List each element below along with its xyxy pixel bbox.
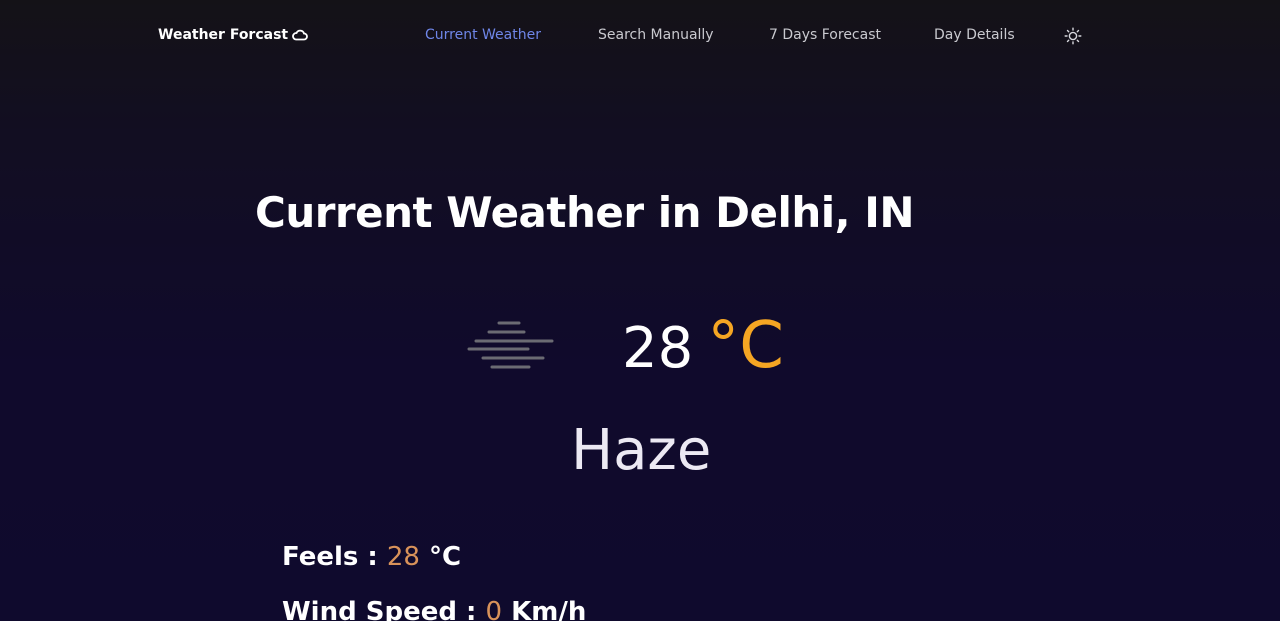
cloud-icon: [292, 29, 308, 41]
feels-label: Feels :: [282, 542, 378, 572]
nav-link-day-details[interactable]: Day Details: [934, 27, 1015, 43]
feels-unit: °C: [429, 542, 462, 572]
page-title: Current Weather in Delhi, IN: [255, 188, 915, 237]
feels-value: 28: [386, 542, 420, 572]
navbar: Weather Forcast Current Weather Search M…: [0, 0, 1280, 74]
feels-like-row: Feels : 28 °C: [282, 542, 461, 572]
nav-link-search-manually[interactable]: Search Manually: [598, 27, 714, 43]
brand-text: Weather Forcast: [158, 27, 289, 43]
nav-link-current-weather[interactable]: Current Weather: [425, 27, 541, 43]
haze-icon: [467, 321, 554, 369]
brand-logo[interactable]: Weather Forcast: [158, 27, 308, 43]
temperature-display: 28 °C: [622, 306, 784, 389]
weather-condition: Haze: [571, 418, 712, 483]
sun-icon[interactable]: [1064, 27, 1082, 45]
temperature-unit: °C: [707, 309, 784, 383]
wind-label: Wind Speed :: [282, 597, 477, 621]
temperature-value: 28: [622, 316, 694, 381]
wind-value: 0: [485, 597, 503, 621]
nav-link-7-days-forecast[interactable]: 7 Days Forecast: [769, 27, 881, 43]
wind-speed-row: Wind Speed : 0 Km/h: [282, 597, 586, 621]
wind-unit: Km/h: [511, 597, 587, 621]
